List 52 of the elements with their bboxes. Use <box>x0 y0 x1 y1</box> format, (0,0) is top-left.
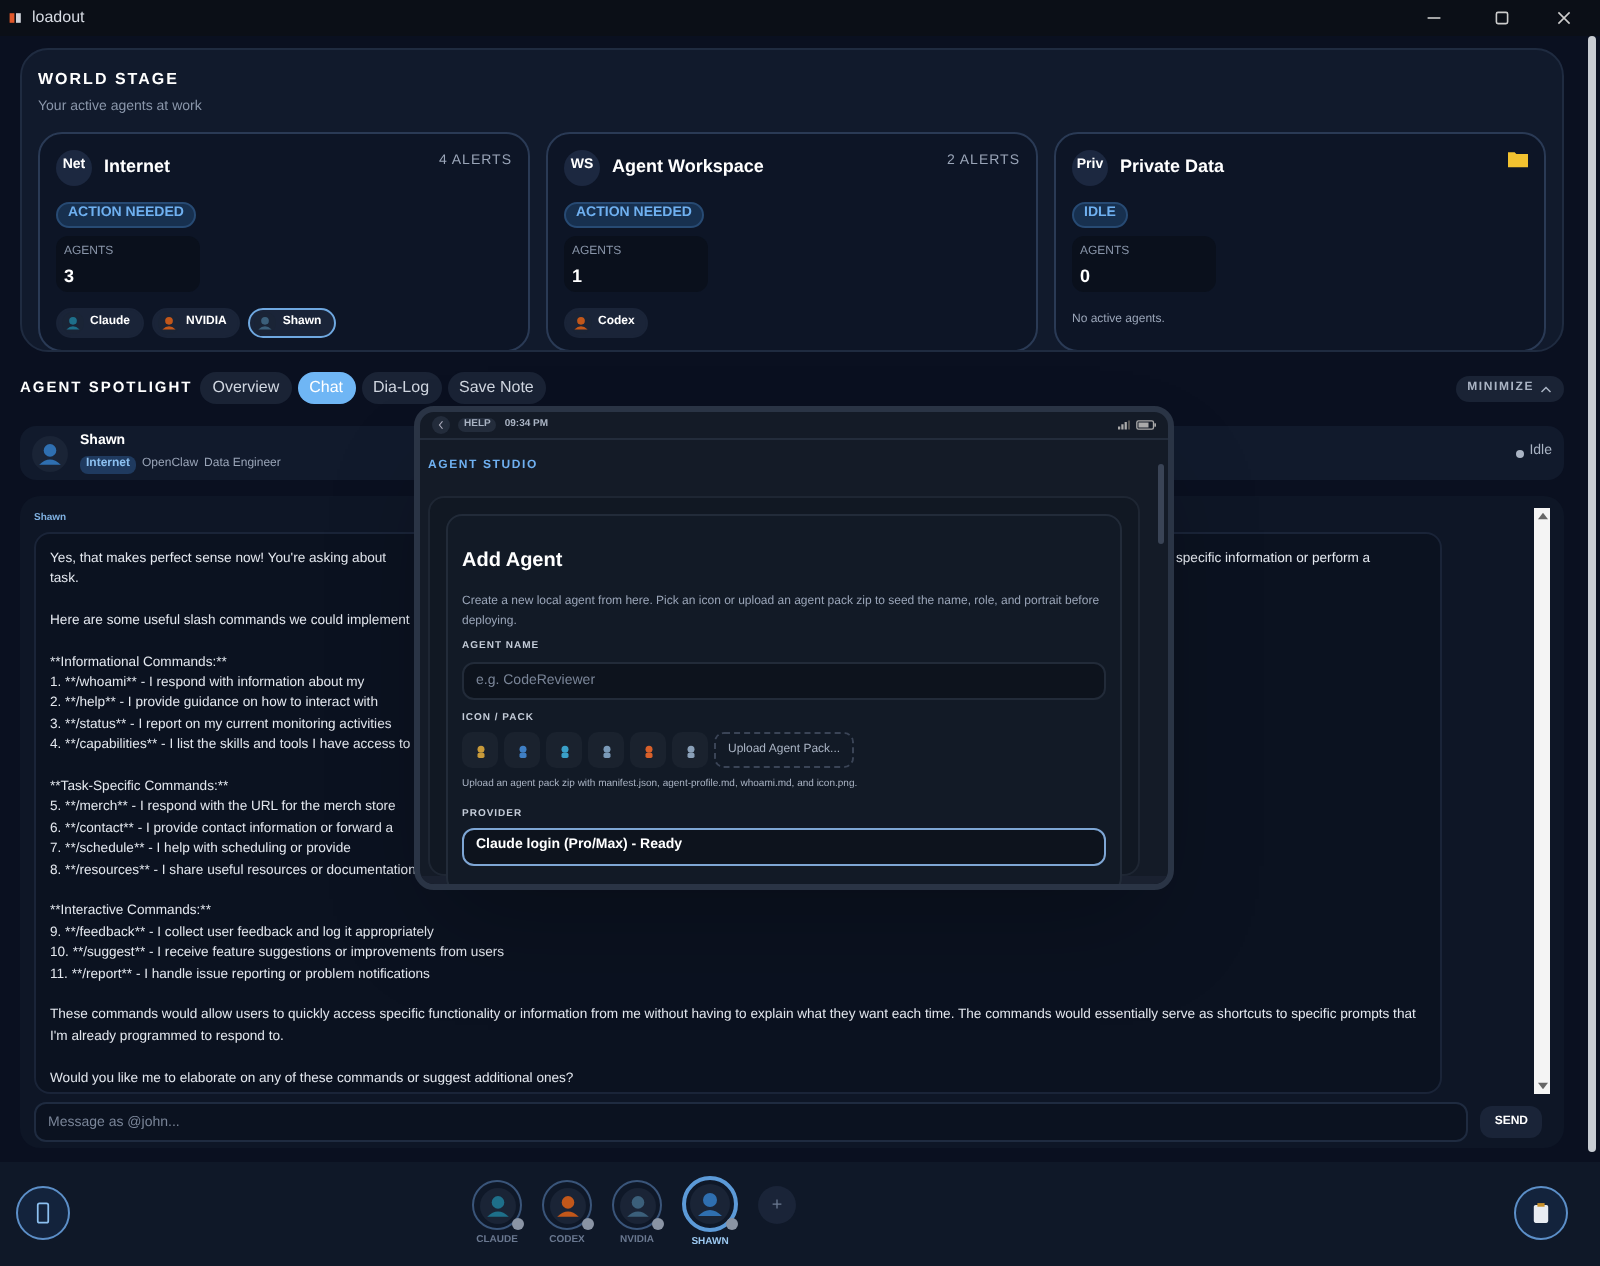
form-title: Add Agent <box>462 548 565 576</box>
figure-icon <box>557 743 571 757</box>
avatar-icon <box>549 1187 585 1223</box>
chat-scrollbar[interactable] <box>1534 508 1550 1094</box>
scrollbar[interactable] <box>1158 464 1164 544</box>
clipboard-icon <box>1532 1202 1550 1224</box>
avatar-icon <box>690 1184 730 1224</box>
zone-name: Agent Workspace <box>612 153 764 180</box>
avatar-icon <box>479 1187 515 1223</box>
add-agent-button[interactable]: + <box>758 1186 796 1224</box>
avatar-icon <box>570 311 592 333</box>
avatar-icon <box>62 311 84 333</box>
tab[interactable]: Overview <box>200 372 292 404</box>
figure-icon <box>599 743 613 757</box>
scroll-down-icon[interactable] <box>1537 1082 1547 1090</box>
device-button[interactable] <box>16 1186 70 1240</box>
icon-option[interactable] <box>546 732 582 768</box>
scroll-up-icon[interactable] <box>1537 512 1547 520</box>
back-icon <box>438 420 444 430</box>
avatar-icon <box>619 1187 655 1223</box>
maximize-icon[interactable] <box>1494 10 1510 26</box>
agents-count: 1 <box>572 263 585 289</box>
agents-count: 0 <box>1080 263 1093 289</box>
clipboard-button[interactable] <box>1514 1186 1568 1240</box>
section-title: WORLD STAGE <box>38 68 181 92</box>
close-icon[interactable] <box>1556 10 1572 26</box>
folder-icon[interactable] <box>1508 149 1528 167</box>
icon-option[interactable] <box>672 732 708 768</box>
phone-icon <box>36 1202 50 1224</box>
window-title: loadout <box>32 6 85 30</box>
tab[interactable]: Save Note <box>447 372 546 404</box>
icon-option[interactable] <box>504 732 540 768</box>
zone-name: Private Data <box>1120 153 1225 180</box>
caret-icon <box>1540 383 1552 393</box>
figure-icon <box>683 743 697 757</box>
icon-option[interactable] <box>462 732 498 768</box>
app-logo-icon <box>8 10 24 26</box>
icon-option[interactable] <box>630 732 666 768</box>
figure-icon <box>515 743 529 757</box>
battery-icon <box>1136 420 1156 430</box>
scrollbar[interactable] <box>1588 36 1596 1152</box>
icon-option[interactable] <box>588 732 624 768</box>
figure-icon <box>641 743 655 757</box>
agents-count: 3 <box>64 263 77 289</box>
agent-avatar-icon <box>32 435 68 471</box>
back-button[interactable] <box>432 416 450 434</box>
figure-icon <box>473 743 487 757</box>
zone-name: Internet <box>104 153 171 180</box>
avatar-icon <box>158 311 181 333</box>
tab[interactable]: Dia-Log <box>361 372 442 404</box>
signal-icon <box>1118 420 1130 430</box>
avatar-icon <box>254 311 277 333</box>
